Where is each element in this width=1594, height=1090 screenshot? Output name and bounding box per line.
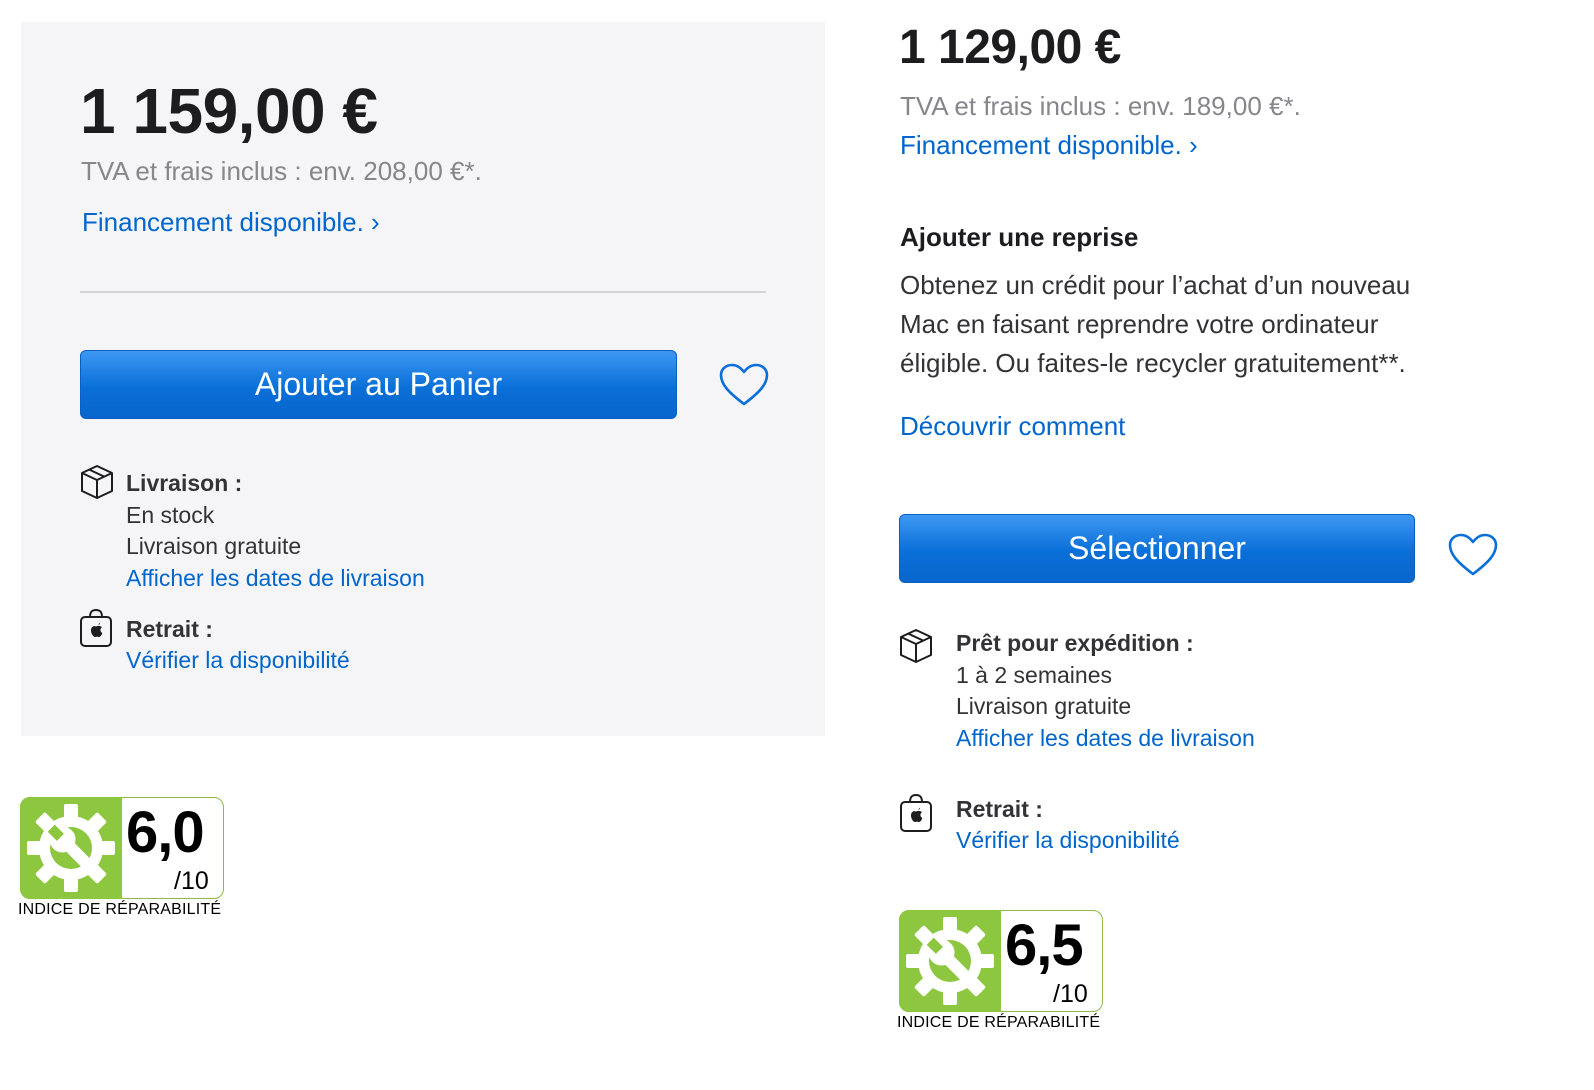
financing-link-right[interactable]: Financement disponible. ›	[900, 130, 1198, 161]
wrench-gear-icon	[906, 917, 994, 1005]
price-left: 1 159,00 €	[80, 75, 378, 147]
check-availability-link-left[interactable]: Vérifier la disponibilité	[126, 647, 350, 674]
select-button[interactable]: Sélectionner	[899, 514, 1415, 583]
repairability-scale-left: /10	[174, 867, 209, 895]
divider	[80, 291, 766, 293]
check-availability-link-right[interactable]: Vérifier la disponibilité	[956, 827, 1180, 854]
delivery-status-left: En stock	[126, 502, 215, 528]
financing-link-left[interactable]: Financement disponible. ›	[82, 207, 380, 238]
box-icon	[81, 465, 113, 499]
repairability-caption-left: INDICE DE RÉPARABILITÉ	[18, 901, 222, 918]
apple-bag-icon	[80, 608, 112, 647]
repairability-index-badge-left: 6,0 /10 INDICE DE RÉPARABILITÉ	[18, 797, 226, 923]
heart-icon[interactable]	[1447, 532, 1499, 578]
tradein-text-line-2: Mac en faisant reprendre votre ordinateu…	[900, 309, 1379, 339]
shipping-dates-link-right[interactable]: Afficher les dates de livraison	[956, 725, 1255, 752]
repairability-caption-right: INDICE DE RÉPARABILITÉ	[897, 1014, 1101, 1031]
shipping-title-right: Prêt pour expédition :	[956, 630, 1194, 656]
pickup-title-right: Retrait :	[956, 796, 1043, 822]
shipping-free-right: Livraison gratuite	[956, 693, 1132, 719]
tradein-text-line-1: Obtenez un crédit pour l’achat d’un nouv…	[900, 270, 1411, 300]
repairability-score-left: 6,0	[126, 800, 205, 865]
repairability-index-badge-right: 6,5 /10 INDICE DE RÉPARABILITÉ	[897, 910, 1105, 1036]
heart-icon[interactable]	[718, 362, 770, 408]
shipping-status-right: 1 à 2 semaines	[956, 662, 1112, 688]
tradein-title: Ajouter une reprise	[900, 222, 1139, 252]
delivery-dates-link-left[interactable]: Afficher les dates de livraison	[126, 565, 425, 592]
delivery-shipping-left: Livraison gratuite	[126, 533, 302, 559]
add-to-cart-button[interactable]: Ajouter au Panier	[80, 350, 677, 419]
repairability-scale-right: /10	[1053, 980, 1088, 1008]
tradein-text-line-3: éligible. Ou faites-le recycler gratuite…	[900, 348, 1406, 378]
repairability-score-right: 6,5	[1005, 913, 1084, 978]
price-right: 1 129,00 €	[899, 21, 1121, 74]
tax-note-right: TVA et frais inclus : env. 189,00 €*.	[900, 91, 1301, 121]
tax-note-left: TVA et frais inclus : env. 208,00 €*.	[81, 156, 482, 186]
pickup-title-left: Retrait :	[126, 616, 213, 642]
apple-bag-icon	[900, 793, 932, 832]
tradein-discover-link[interactable]: Découvrir comment	[900, 411, 1125, 442]
delivery-title-left: Livraison :	[126, 470, 243, 496]
box-icon	[900, 629, 932, 663]
wrench-gear-icon	[27, 804, 115, 892]
